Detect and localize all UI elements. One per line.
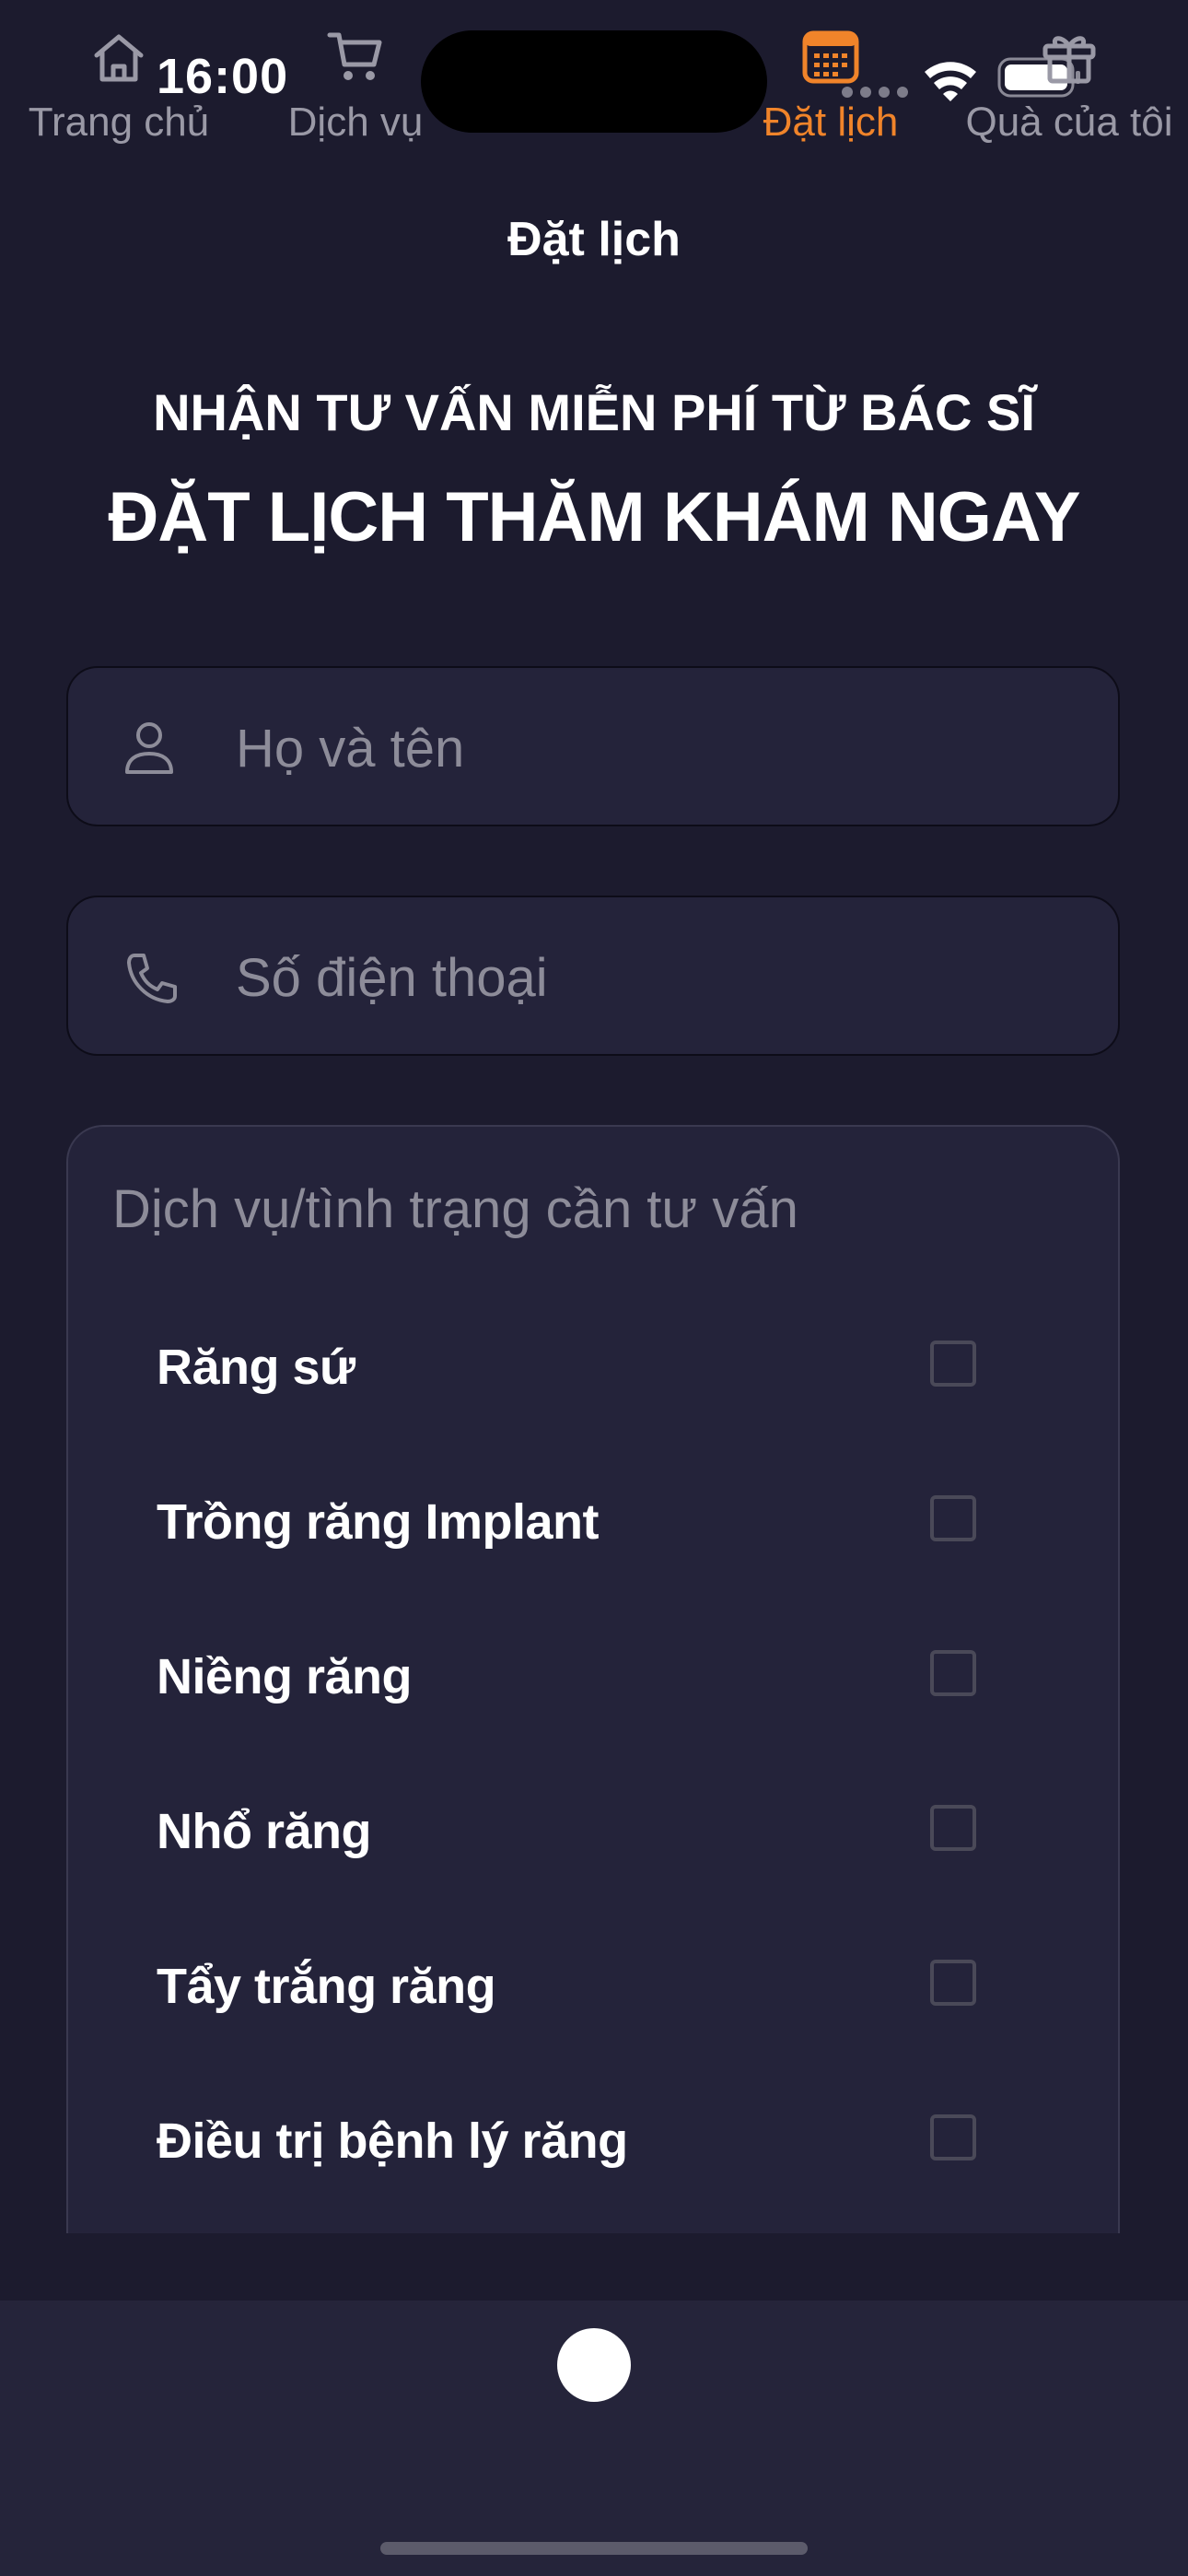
home-icon — [94, 34, 144, 82]
service-checkbox[interactable] — [930, 1805, 976, 1851]
tab-services[interactable]: Dịch vụ — [240, 28, 471, 166]
phone-field[interactable] — [66, 896, 1120, 1056]
service-checkbox[interactable] — [930, 1650, 976, 1696]
tab-label: Dịch vụ — [287, 100, 424, 145]
service-checkbox[interactable] — [930, 2114, 976, 2160]
page-title: Đặt lịch — [507, 213, 681, 266]
person-icon — [125, 722, 173, 774]
service-option-nho-rang[interactable]: Nhổ răng — [68, 1783, 1118, 1875]
service-option-implant[interactable]: Trồng răng Implant — [68, 1473, 1118, 1565]
calendar-icon — [802, 30, 859, 84]
full-name-input[interactable] — [234, 696, 1066, 801]
service-label: Răng sứ — [157, 1340, 355, 1395]
service-label: Tẩy trắng răng — [157, 1959, 496, 2014]
phone-input[interactable] — [234, 925, 1066, 1030]
tab-label: Đặt lịch — [763, 100, 899, 145]
service-label: Điều trị bệnh lý răng — [157, 2113, 628, 2169]
service-option-dieu-tri[interactable]: Điều trị bệnh lý răng — [68, 2092, 1118, 2184]
service-option-nieng-rang[interactable]: Niềng răng — [68, 1628, 1118, 1720]
tab-label: Trang chủ — [28, 100, 210, 145]
service-checkbox[interactable] — [930, 1495, 976, 1541]
service-option-tay-trang[interactable]: Tẩy trắng răng — [68, 1938, 1118, 2030]
service-checkbox[interactable] — [930, 1341, 976, 1387]
tab-home[interactable]: Trang chủ — [4, 28, 234, 166]
tab-label: Quà của tôi — [965, 100, 1173, 145]
phone-icon — [127, 954, 177, 1003]
tab-booking[interactable]: Đặt lịch — [716, 28, 946, 166]
hero-title: ĐẶT LỊCH THĂM KHÁM NGAY — [108, 478, 1080, 556]
gift-icon — [1042, 36, 1096, 84]
service-option-rang-su[interactable]: Răng sứ — [68, 1318, 1118, 1411]
service-label: Niềng răng — [157, 1649, 413, 1704]
full-name-field[interactable] — [66, 666, 1120, 826]
service-label: Nhổ răng — [157, 1804, 372, 1859]
center-action-button[interactable] — [557, 2328, 631, 2402]
hero-subtitle: NHẬN TƯ VẤN MIỄN PHÍ TỪ BÁC SĨ — [153, 383, 1035, 441]
cart-icon — [327, 32, 382, 80]
tab-gifts[interactable]: Quà của tôi — [954, 28, 1184, 166]
home-indicator — [380, 2542, 808, 2555]
services-label: Dịch vụ/tình trạng cần tư vấn — [112, 1179, 798, 1239]
service-checkbox[interactable] — [930, 1960, 976, 2006]
service-label: Trồng răng Implant — [157, 1494, 600, 1550]
